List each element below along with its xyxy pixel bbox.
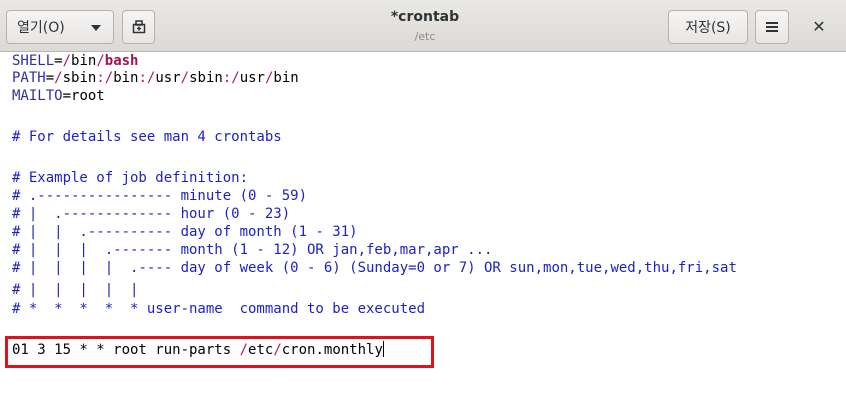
header-bar: 열기(O) *crontab /etc 저장(S) ✕ <box>0 0 846 52</box>
line-mailto: MAILTO=root <box>12 88 105 104</box>
line-comment-dom: # | | .---------- day of month (1 - 31) <box>12 224 358 240</box>
line-shell: SHELL=/bin/bash <box>12 53 139 69</box>
window-subtitle: /etc <box>414 30 436 43</box>
hamburger-icon <box>766 22 778 32</box>
line-path: PATH=/sbin:/bin:/usr/sbin:/usr/bin <box>12 70 299 86</box>
line-comment-minute: # .---------------- minute (0 - 59) <box>12 188 308 204</box>
line-comment-dow: # | | | | .---- day of week (0 - 6) (Sun… <box>12 260 737 276</box>
line-comment-cmd: # * * * * * user-name command to be exec… <box>12 301 426 317</box>
new-document-icon <box>132 20 145 34</box>
window-title: *crontab <box>390 9 460 25</box>
close-button[interactable]: ✕ <box>808 15 830 37</box>
save-button[interactable]: 저장(S) <box>668 10 748 44</box>
close-icon: ✕ <box>812 16 826 36</box>
open-button-label: 열기(O) <box>17 20 65 36</box>
open-button[interactable]: 열기(O) <box>6 10 114 44</box>
line-comment-details: # For details see man 4 crontabs <box>12 129 282 145</box>
menu-button[interactable] <box>755 10 789 44</box>
highlight-annotation-box <box>5 336 434 368</box>
line-comment-hour: # | .------------- hour (0 - 23) <box>12 206 291 222</box>
chevron-down-icon <box>91 25 101 31</box>
line-comment-example: # Example of job definition: <box>12 170 249 186</box>
save-button-label: 저장(S) <box>685 20 731 36</box>
line-comment-bars: # | | | | | <box>12 282 139 298</box>
new-document-button[interactable] <box>122 10 155 44</box>
line-comment-month: # | | | .------- month (1 - 12) OR jan,f… <box>12 242 493 258</box>
